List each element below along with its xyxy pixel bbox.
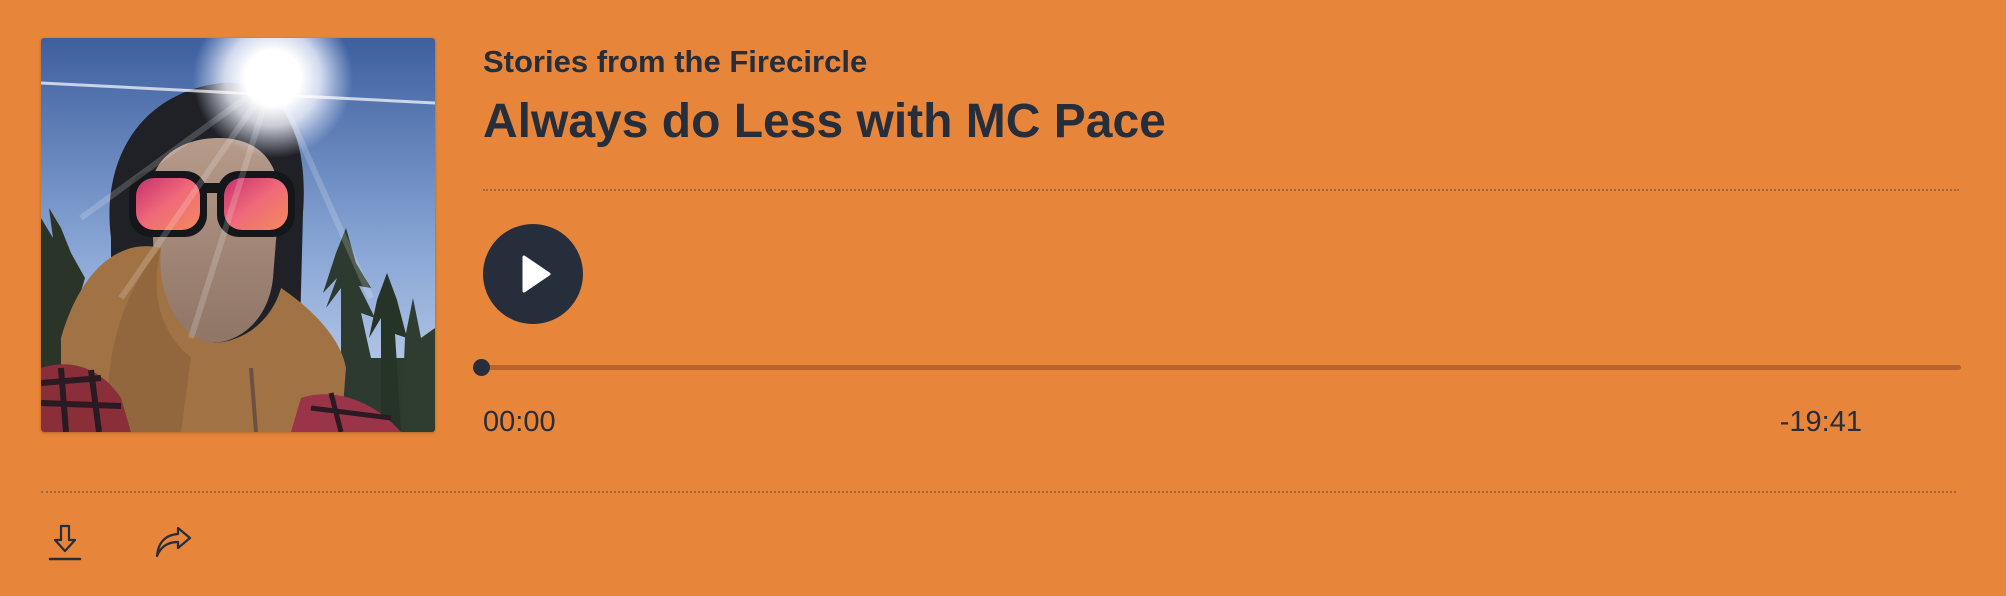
show-title: Stories from the Firecircle — [483, 44, 868, 79]
share-button[interactable] — [150, 518, 198, 566]
podcast-player: Stories from the Firecircle Always do Le… — [0, 0, 2006, 596]
elapsed-time: 00:00 — [483, 406, 556, 438]
share-icon — [155, 526, 192, 558]
download-icon — [48, 524, 82, 561]
divider — [483, 189, 1959, 191]
remaining-time: -19:41 — [1779, 406, 1862, 438]
progress-bar[interactable] — [473, 359, 1961, 376]
episode-title: Always do Less with MC Pace — [483, 95, 1166, 148]
play-button[interactable] — [483, 224, 583, 324]
progress-handle[interactable] — [473, 359, 490, 376]
download-button[interactable] — [41, 518, 89, 566]
play-icon — [522, 255, 551, 293]
divider — [41, 491, 1956, 493]
episode-artwork — [41, 38, 435, 432]
